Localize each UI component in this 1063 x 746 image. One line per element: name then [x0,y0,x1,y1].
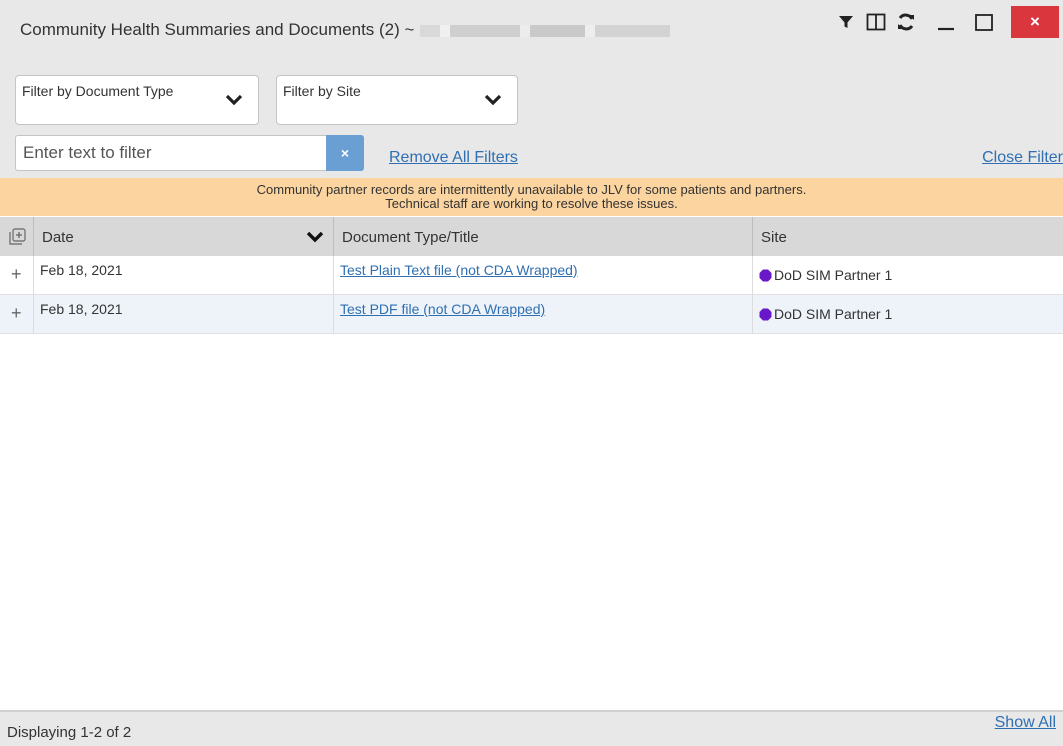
close-window-button[interactable]: × [1011,6,1059,38]
column-header-document-type[interactable]: Document Type/Title [334,217,753,256]
close-icon: × [340,145,350,161]
table-header: Date Document Type/Title Site [0,217,1063,256]
filter-document-type-label: Filter by Document Type [22,83,174,99]
date-cell: Feb 18, 2021 [34,295,334,333]
row-expand-cell: + [0,256,34,294]
row-site: DoD SIM Partner 1 [774,267,893,283]
column-header-document-type-label: Document Type/Title [342,229,479,246]
close-filter-link[interactable]: Close Filter [982,149,1063,167]
filter-site-dropdown[interactable]: Filter by Site [276,75,518,125]
clear-text-filter-button[interactable]: × [326,135,364,171]
site-indicator-icon [759,269,772,281]
document-title-link[interactable]: Test Plain Text file (not CDA Wrapped) [340,262,578,278]
maximize-icon[interactable] [971,9,997,35]
expand-row-icon[interactable]: + [11,265,22,283]
column-header-date[interactable]: Date [34,217,334,256]
expand-all-column [0,217,34,256]
document-cell: Test Plain Text file (not CDA Wrapped) [334,256,753,294]
minimize-icon[interactable] [933,9,959,35]
row-site: DoD SIM Partner 1 [774,306,893,322]
site-cell: DoD SIM Partner 1 [753,256,1063,294]
window-controls: × [829,4,1063,40]
expand-all-icon[interactable] [9,228,26,245]
filter-panel: Filter by Document Type Filter by Site E… [0,60,1063,178]
row-expand-cell: + [0,295,34,333]
record-count-status: Displaying 1-2 of 2 [7,724,132,741]
site-indicator-icon [759,308,772,320]
remove-all-filters-link[interactable]: Remove All Filters [389,149,518,167]
expand-row-icon[interactable]: + [11,304,22,322]
column-header-site-label: Site [761,229,787,246]
text-filter-input[interactable]: Enter text to filter [15,135,327,171]
banner-line-2: Technical staff are working to resolve t… [385,196,678,211]
filter-icon[interactable] [833,9,859,35]
column-header-date-label: Date [42,229,74,246]
date-cell: Feb 18, 2021 [34,256,334,294]
text-filter-placeholder: Enter text to filter [23,143,152,162]
chevron-down-icon [484,94,502,106]
table-row[interactable]: + Feb 18, 2021 Test Plain Text file (not… [0,256,1063,295]
table-footer: Displaying 1-2 of 2 Show All [0,710,1063,746]
chevron-down-icon[interactable] [305,227,325,247]
window-title-text: Community Health Summaries and Documents… [20,20,415,39]
chevron-down-icon [225,94,243,106]
filter-document-type-dropdown[interactable]: Filter by Document Type [15,75,259,125]
site-cell: DoD SIM Partner 1 [753,295,1063,333]
window-title: Community Health Summaries and Documents… [20,20,671,40]
refresh-icon[interactable] [893,9,919,35]
close-icon: × [1030,12,1040,31]
document-cell: Test PDF file (not CDA Wrapped) [334,295,753,333]
column-header-site[interactable]: Site [753,217,1063,256]
row-date: Feb 18, 2021 [40,262,123,278]
table-row[interactable]: + Feb 18, 2021 Test PDF file (not CDA Wr… [0,295,1063,334]
banner-line-1: Community partner records are intermitte… [256,182,807,197]
window-title-bar: Community Health Summaries and Documents… [0,0,1063,60]
document-title-link[interactable]: Test PDF file (not CDA Wrapped) [340,301,545,317]
redacted-patient-name [420,24,671,37]
filter-site-label: Filter by Site [283,83,361,99]
show-all-link[interactable]: Show All [995,714,1056,732]
row-date: Feb 18, 2021 [40,301,123,317]
outage-notice-banner: Community partner records are intermitte… [0,178,1063,216]
columns-icon[interactable] [863,9,889,35]
